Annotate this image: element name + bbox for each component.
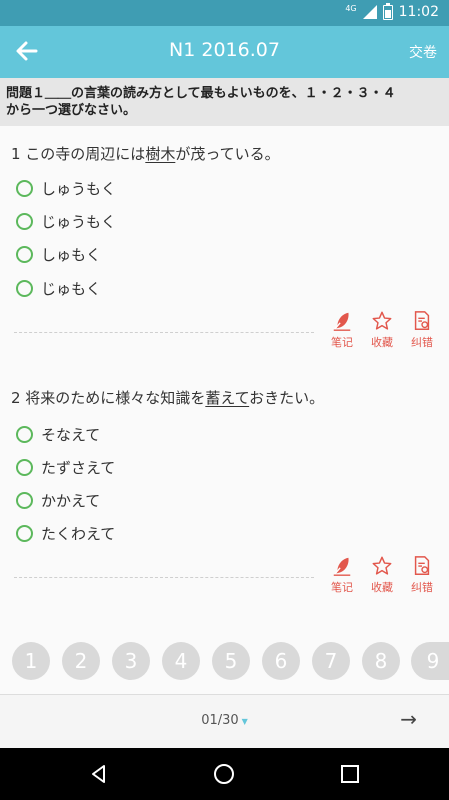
- clock: 11:02: [398, 4, 439, 20]
- note-label: 笔记: [331, 336, 353, 349]
- document-edit-icon: [414, 556, 430, 575]
- counter-text: 01/30: [201, 713, 239, 728]
- answer-option[interactable]: たずさえて: [16, 455, 115, 479]
- note-label: 笔记: [331, 581, 353, 594]
- answer-option[interactable]: そなえて: [16, 422, 100, 446]
- question-number-button[interactable]: 8: [362, 642, 400, 680]
- question-text: 1 この寺の周辺には樹木が茂っている。: [11, 143, 280, 164]
- question-number-button[interactable]: 4: [162, 642, 200, 680]
- question-number-button[interactable]: 6: [262, 642, 300, 680]
- favorite-button[interactable]: 收藏: [369, 555, 395, 595]
- answer-option[interactable]: しゅうもく: [16, 176, 116, 200]
- report-label: 纠错: [411, 336, 433, 349]
- question-tools: 笔记 收藏 纠错: [329, 310, 435, 350]
- question-number-button[interactable]: 3: [112, 642, 150, 680]
- question-number-button[interactable]: 2: [62, 642, 100, 680]
- section-instructions: 問題１＿＿の言葉の読み方として最もよいものを、１・２・３・４ から一つ選びなさい…: [0, 78, 449, 126]
- feather-icon: [333, 312, 351, 331]
- report-error-button[interactable]: 纠错: [409, 310, 435, 350]
- option-label: たずさえて: [41, 458, 116, 477]
- feather-icon: [333, 557, 351, 576]
- question-target-word: 樹木: [145, 145, 176, 163]
- section-title-line1: 問題１＿＿の言葉の読み方として最もよいものを、１・２・３・４: [6, 86, 396, 101]
- question-suffix: が茂っている。: [175, 145, 280, 163]
- option-label: しゅもく: [41, 245, 102, 264]
- favorite-label: 收藏: [371, 581, 393, 594]
- report-label: 纠错: [411, 581, 433, 594]
- question-counter[interactable]: 01/30 ▼: [0, 713, 449, 728]
- question-number-button[interactable]: 1: [12, 642, 50, 680]
- divider: [14, 577, 314, 578]
- divider: [14, 332, 314, 333]
- signal-icon: [362, 5, 377, 19]
- answer-option[interactable]: かかえて: [16, 488, 100, 512]
- question-number-button[interactable]: 9: [411, 642, 449, 680]
- report-error-button[interactable]: 纠错: [409, 555, 435, 595]
- radio-button[interactable]: [16, 491, 33, 509]
- note-button[interactable]: 笔记: [329, 555, 355, 595]
- favorite-label: 收藏: [371, 336, 393, 349]
- system-nav-bar: [0, 748, 449, 800]
- battery-icon: [382, 2, 393, 20]
- answer-option[interactable]: じゅもく: [16, 276, 101, 300]
- option-label: かかえて: [41, 491, 101, 510]
- radio-button[interactable]: [16, 212, 33, 230]
- option-label: しゅうもく: [41, 179, 117, 198]
- option-label: たくわえて: [41, 524, 116, 543]
- question-suffix: おきたい。: [249, 389, 325, 407]
- question-prefix: 1 この寺の周辺には: [11, 145, 146, 163]
- question-tools: 笔记 收藏 纠错: [329, 555, 435, 595]
- submit-button[interactable]: 交卷: [409, 42, 437, 62]
- app-bar: N1 2016.07 交卷: [0, 26, 449, 78]
- radio-button[interactable]: [16, 245, 33, 263]
- question-prefix: 2 将来のために様々な知識を: [11, 389, 206, 407]
- back-triangle-icon[interactable]: [87, 762, 111, 786]
- document-edit-icon: [414, 311, 430, 330]
- option-label: じゅうもく: [41, 212, 117, 231]
- answer-option[interactable]: たくわえて: [16, 521, 115, 545]
- question-number-button[interactable]: 5: [212, 642, 250, 680]
- star-icon: [372, 556, 392, 575]
- option-label: じゅもく: [41, 279, 102, 298]
- radio-button[interactable]: [16, 524, 33, 542]
- home-circle-icon[interactable]: [212, 762, 236, 786]
- question-target-word: 蓄えて: [205, 389, 250, 407]
- radio-button[interactable]: [16, 458, 33, 476]
- answer-option[interactable]: じゅうもく: [16, 209, 116, 233]
- option-label: そなえて: [41, 425, 101, 444]
- dropdown-caret-icon: ▼: [241, 717, 248, 726]
- radio-button[interactable]: [16, 279, 33, 297]
- question-number-button[interactable]: 7: [312, 642, 350, 680]
- network-type: 4G: [345, 3, 357, 13]
- recents-square-icon[interactable]: [338, 762, 362, 786]
- question-text: 2 将来のために様々な知識を蓄えておきたい。: [11, 387, 324, 408]
- section-title-line2: から一つ選びなさい。: [6, 103, 137, 118]
- page-title: N1 2016.07: [169, 39, 280, 61]
- star-icon: [372, 311, 392, 330]
- status-bar: 4G 11:02: [0, 0, 449, 26]
- bottom-bar: 01/30 ▼ →: [0, 694, 449, 749]
- answer-option[interactable]: しゅもく: [16, 242, 101, 266]
- radio-button[interactable]: [16, 179, 33, 197]
- radio-button[interactable]: [16, 425, 33, 443]
- question-pager: 1 2 3 4 5 6 7 8 9: [0, 640, 449, 690]
- favorite-button[interactable]: 收藏: [369, 310, 395, 350]
- next-arrow-icon[interactable]: →: [400, 707, 417, 731]
- note-button[interactable]: 笔记: [329, 310, 355, 350]
